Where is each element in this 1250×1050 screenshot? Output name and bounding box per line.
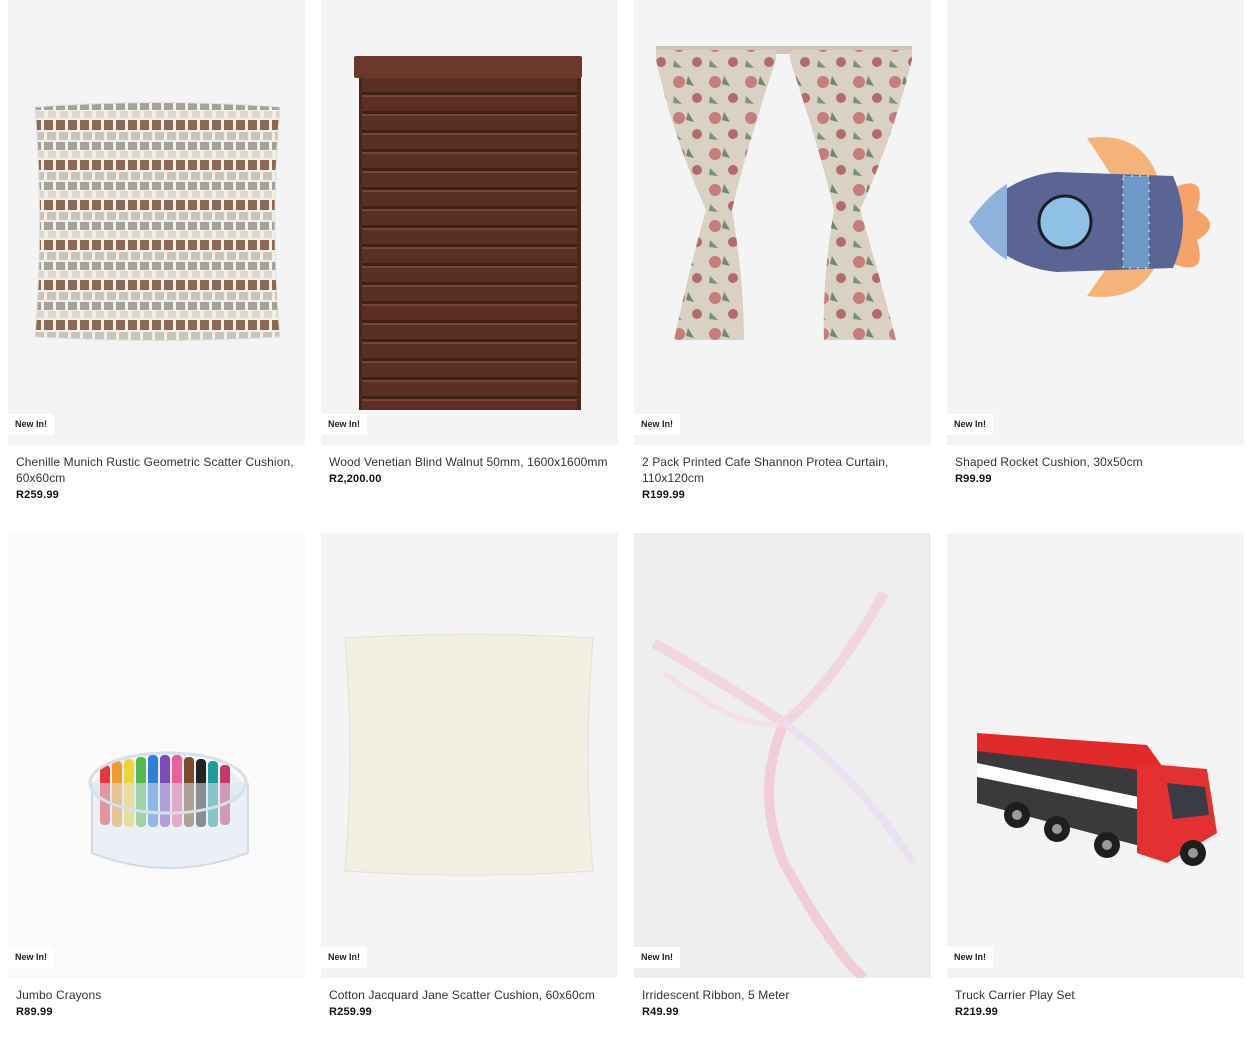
new-in-badge: New In! xyxy=(634,414,681,435)
product-card[interactable]: New In! 2 Pack Printed Cafe Shannon Prot… xyxy=(634,0,931,533)
new-in-badge: New In! xyxy=(8,947,55,968)
product-card[interactable]: New In! Cotton Jacquard Jane Scatter Cus… xyxy=(321,533,618,1050)
new-in-badge: New In! xyxy=(321,947,368,968)
product-price: R89.99 xyxy=(16,1006,53,1018)
product-price: R99.99 xyxy=(955,473,992,485)
new-in-badge: New In! xyxy=(8,414,55,435)
product-price: R49.99 xyxy=(642,1006,679,1018)
new-in-badge: New In! xyxy=(634,947,681,968)
ribbon-image xyxy=(651,590,918,978)
product-image[interactable]: New In! xyxy=(947,533,1244,978)
new-in-badge: New In! xyxy=(947,947,994,968)
geometric-cushion-image xyxy=(34,102,281,341)
product-image[interactable]: New In! xyxy=(8,533,305,978)
crayons-tub-image xyxy=(88,751,249,869)
product-title[interactable]: Chenille Munich Rustic Geometric Scatter… xyxy=(16,454,297,486)
product-price: R259.99 xyxy=(16,489,59,501)
product-title[interactable]: Truck Carrier Play Set xyxy=(955,987,1236,1003)
product-title[interactable]: Wood Venetian Blind Walnut 50mm, 1600x16… xyxy=(329,454,610,470)
product-image[interactable]: New In! xyxy=(947,0,1244,445)
venetian-blind-image xyxy=(354,56,582,410)
product-title[interactable]: Jumbo Crayons xyxy=(16,987,297,1003)
product-price: R2,200.00 xyxy=(329,473,382,485)
product-card[interactable]: New In! Chenille Munich Rustic Geometric… xyxy=(8,0,305,533)
product-price: R199.99 xyxy=(642,489,685,501)
rocket-cushion-image xyxy=(969,137,1210,298)
product-image[interactable]: New In! xyxy=(634,0,931,445)
new-in-badge: New In! xyxy=(321,414,368,435)
product-grid: New In! Chenille Munich Rustic Geometric… xyxy=(8,0,1244,1050)
product-card[interactable]: New In! Shaped Rocket Cushion, 30x50cm R… xyxy=(947,0,1244,533)
product-title[interactable]: 2 Pack Printed Cafe Shannon Protea Curta… xyxy=(642,454,923,486)
cream-cushion-image xyxy=(344,634,594,876)
product-title[interactable]: Cotton Jacquard Jane Scatter Cushion, 60… xyxy=(329,987,610,1003)
product-title[interactable]: Irridescent Ribbon, 5 Meter xyxy=(642,987,923,1003)
product-image[interactable]: New In! xyxy=(8,0,305,445)
product-card[interactable]: New In! Wood Venetian Blind Walnut 50mm,… xyxy=(321,0,618,533)
product-image[interactable]: New In! xyxy=(321,0,618,445)
product-image[interactable]: New In! xyxy=(634,533,931,978)
truck-toy-image xyxy=(977,733,1217,866)
product-price: R259.99 xyxy=(329,1006,372,1018)
new-in-badge: New In! xyxy=(947,414,994,435)
product-card[interactable]: New In! Truck Carrier Play Set R219.99 xyxy=(947,533,1244,1050)
product-title[interactable]: Shaped Rocket Cushion, 30x50cm xyxy=(955,454,1236,470)
protea-curtain-image xyxy=(656,46,912,340)
product-image[interactable]: New In! xyxy=(321,533,618,978)
product-card[interactable]: New In! Jumbo Crayons R89.99 xyxy=(8,533,305,1050)
product-price: R219.99 xyxy=(955,1006,998,1018)
product-card[interactable]: New In! Irridescent Ribbon, 5 Meter R49.… xyxy=(634,533,931,1050)
